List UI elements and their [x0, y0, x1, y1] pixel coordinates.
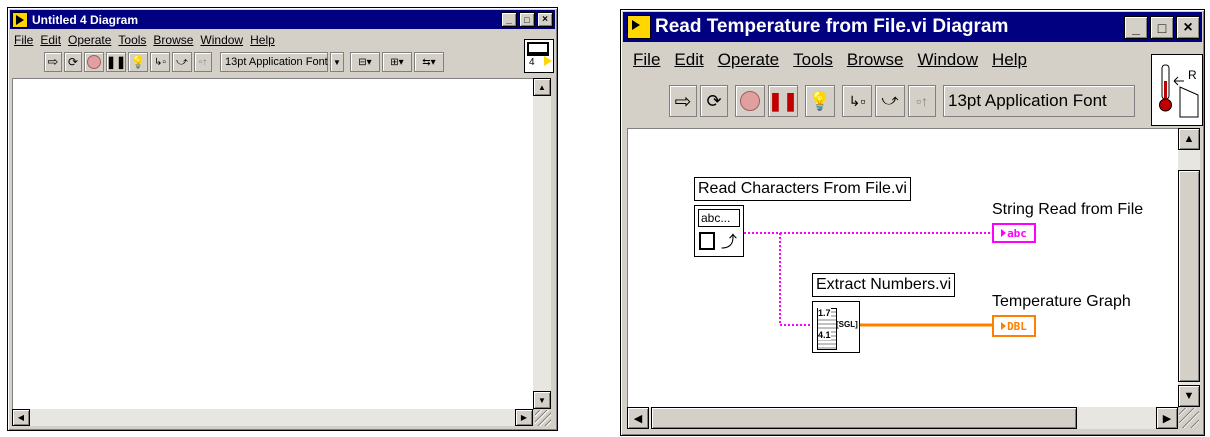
- scroll-right-button[interactable]: ▶: [515, 409, 533, 426]
- step-over-icon[interactable]: ⤻: [172, 52, 192, 72]
- right-menu-bar: File Edit Operate Tools Browse Window He…: [633, 50, 1027, 70]
- scroll-down-button[interactable]: ▼: [1178, 385, 1200, 407]
- extract-glyph-top: 1.7: [818, 308, 831, 318]
- step-into-icon[interactable]: ↳▫: [842, 85, 872, 117]
- font-dropdown-arrow-icon[interactable]: ▼: [330, 52, 344, 72]
- pause-icon[interactable]: ❚❚: [106, 52, 126, 72]
- string-wire-branch: [779, 233, 812, 326]
- read-node-label: Read Characters From File.vi: [694, 177, 911, 201]
- graph-terminal-text: DBL: [1007, 319, 1027, 333]
- wire-layer: [744, 232, 994, 327]
- align-objects-icon[interactable]: ⊟▾: [350, 52, 380, 72]
- menu-tools[interactable]: Tools: [793, 50, 833, 70]
- maximize-button[interactable]: □: [519, 12, 535, 27]
- menu-edit[interactable]: Edit: [40, 33, 61, 47]
- menu-window[interactable]: Window: [918, 50, 978, 70]
- menu-edit[interactable]: Edit: [674, 50, 703, 70]
- left-block-diagram-canvas[interactable]: [12, 78, 534, 410]
- read-node-glyph: abc...: [698, 209, 740, 227]
- scroll-left-button[interactable]: ◀: [12, 409, 30, 426]
- scroll-right-button[interactable]: ▶: [1156, 407, 1178, 429]
- menu-window[interactable]: Window: [200, 33, 243, 47]
- right-block-diagram-canvas[interactable]: Read Characters From File.vi abc... ⤴ Ex…: [627, 128, 1179, 408]
- font-selector[interactable]: 13pt Application Font: [943, 85, 1135, 117]
- highlight-execution-icon[interactable]: 💡: [128, 52, 148, 72]
- run-arrow-icon[interactable]: ⇨: [669, 85, 697, 117]
- minimize-button[interactable]: _: [1124, 16, 1148, 39]
- menu-operate[interactable]: Operate: [718, 50, 779, 70]
- left-horizontal-scrollbar[interactable]: ◀ ▶: [12, 409, 533, 426]
- right-window-title: Read Temperature from File.vi Diagram: [655, 16, 1009, 37]
- close-button[interactable]: ×: [1176, 16, 1200, 39]
- step-out-icon[interactable]: ▫↑: [194, 52, 212, 72]
- vi-icon-number: 4: [529, 57, 535, 68]
- arrow-icon: ⤴: [721, 234, 738, 251]
- extract-node-label: Extract Numbers.vi: [812, 273, 956, 297]
- right-vertical-scrollbar[interactable]: ▲ ▼: [1178, 128, 1200, 407]
- left-toolbar: ⇨ ⟳ ❚❚ 💡 ↳▫ ⤻ ▫↑ 13pt Application Font ▼…: [44, 51, 444, 73]
- minimize-button[interactable]: _: [501, 12, 517, 27]
- menu-help[interactable]: Help: [992, 50, 1027, 70]
- run-continuously-icon[interactable]: ⟳: [700, 85, 728, 117]
- right-title-bar[interactable]: Read Temperature from File.vi Diagram _ …: [623, 12, 1202, 42]
- left-diagram-window: Untitled 4 Diagram _ □ × File Edit Opera…: [7, 7, 558, 431]
- close-button[interactable]: ×: [537, 12, 553, 27]
- font-selector[interactable]: 13pt Application Font: [220, 52, 328, 72]
- reorder-objects-icon[interactable]: ⇆▾: [414, 52, 444, 72]
- read-characters-node[interactable]: abc... ⤴: [694, 205, 744, 257]
- menu-tools[interactable]: Tools: [118, 33, 146, 47]
- graph-indicator-label: Temperature Graph: [992, 293, 1131, 310]
- extract-numbers-node[interactable]: 1.7 4.1 [SGL]: [812, 301, 860, 353]
- right-toolbar: ⇨ ⟳ ❚❚ 💡 ↳▫ ⤻ ▫↑ 13pt Application Font: [669, 84, 1135, 118]
- scroll-down-button[interactable]: ▼: [533, 391, 551, 409]
- extract-node-type: [SGL]: [836, 320, 858, 329]
- menu-help[interactable]: Help: [250, 33, 275, 47]
- left-vertical-scrollbar[interactable]: ▲ ▼: [533, 78, 551, 409]
- string-indicator-label: String Read from File: [992, 201, 1144, 218]
- distribute-objects-icon[interactable]: ⊞▾: [382, 52, 412, 72]
- run-arrow-icon[interactable]: ⇨: [44, 52, 62, 72]
- vi-connector-icon[interactable]: R: [1151, 54, 1203, 126]
- right-diagram-window: Read Temperature from File.vi Diagram _ …: [620, 9, 1205, 436]
- scroll-left-button[interactable]: ◀: [627, 407, 649, 429]
- extract-glyph-bottom: 4.1: [818, 330, 831, 340]
- scroll-up-button[interactable]: ▲: [533, 78, 551, 96]
- menu-browse[interactable]: Browse: [847, 50, 904, 70]
- scroll-up-button[interactable]: ▲: [1178, 128, 1200, 150]
- maximize-button[interactable]: □: [1150, 16, 1174, 39]
- thermometer-icon: R: [1159, 64, 1199, 118]
- left-title-bar[interactable]: Untitled 4 Diagram _ □ ×: [10, 10, 555, 29]
- menu-file[interactable]: File: [14, 33, 33, 47]
- labview-logo-icon: [12, 11, 28, 28]
- resize-grip-icon[interactable]: [1179, 408, 1199, 428]
- string-terminal-text: abc: [1007, 226, 1027, 240]
- step-into-icon[interactable]: ↳▫: [150, 52, 170, 72]
- abort-icon[interactable]: [84, 52, 104, 72]
- abort-icon[interactable]: [735, 85, 765, 117]
- labview-logo-icon: [627, 15, 651, 39]
- menu-operate[interactable]: Operate: [68, 33, 111, 47]
- graph-indicator-terminal[interactable]: DBL: [992, 315, 1036, 337]
- string-indicator-terminal[interactable]: abc: [992, 223, 1036, 243]
- run-continuously-icon[interactable]: ⟳: [64, 52, 82, 72]
- highlight-execution-icon[interactable]: 💡: [805, 85, 835, 117]
- left-menu-bar: File Edit Operate Tools Browse Window He…: [14, 33, 275, 47]
- scroll-thumb[interactable]: [651, 407, 1077, 429]
- vi-connector-icon[interactable]: 4: [524, 39, 554, 73]
- menu-browse[interactable]: Browse: [153, 33, 193, 47]
- left-window-title: Untitled 4 Diagram: [32, 12, 139, 27]
- scroll-thumb[interactable]: [1178, 170, 1200, 382]
- resize-grip-icon[interactable]: [535, 410, 551, 426]
- svg-text:R: R: [1188, 68, 1197, 82]
- pause-icon[interactable]: ❚❚: [768, 85, 798, 117]
- step-over-icon[interactable]: ⤻: [875, 85, 905, 117]
- step-out-icon[interactable]: ▫↑: [908, 85, 936, 117]
- menu-file[interactable]: File: [633, 50, 660, 70]
- right-horizontal-scrollbar[interactable]: ◀ ▶: [627, 407, 1178, 429]
- floppy-disk-icon: [699, 232, 715, 250]
